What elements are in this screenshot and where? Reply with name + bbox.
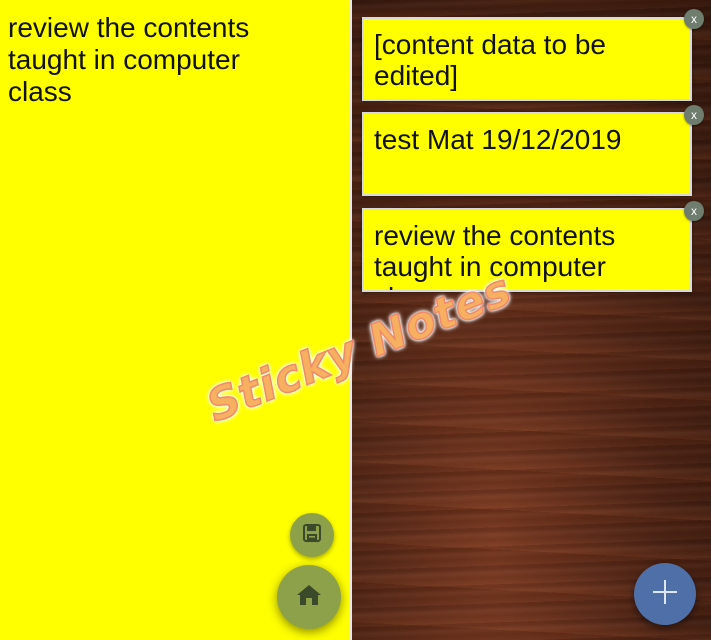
close-icon[interactable]: x xyxy=(684,9,704,29)
note-card[interactable]: test Mat 19/12/2019 xyxy=(362,112,692,196)
note-card[interactable]: [content data to be edited] xyxy=(362,17,692,101)
note-editor-text[interactable]: review the contents taught in computer c… xyxy=(8,12,328,108)
close-icon[interactable]: x xyxy=(684,201,704,221)
note-card[interactable]: review the contents taught in computer c… xyxy=(362,208,692,292)
close-icon[interactable]: x xyxy=(684,105,704,125)
add-note-button[interactable] xyxy=(634,563,696,625)
note-card-text: test Mat 19/12/2019 xyxy=(374,124,622,155)
home-icon xyxy=(296,583,322,612)
note-card-text: [content data to be edited] xyxy=(374,29,606,91)
save-button[interactable] xyxy=(290,513,334,557)
notes-board: [content data to be edited] x test Mat 1… xyxy=(352,0,711,640)
note-editor[interactable]: review the contents taught in computer c… xyxy=(0,0,350,640)
save-icon xyxy=(302,523,322,548)
plus-icon xyxy=(650,577,680,612)
note-card-text: review the contents taught in computer c… xyxy=(374,220,616,290)
home-button[interactable] xyxy=(277,565,341,629)
